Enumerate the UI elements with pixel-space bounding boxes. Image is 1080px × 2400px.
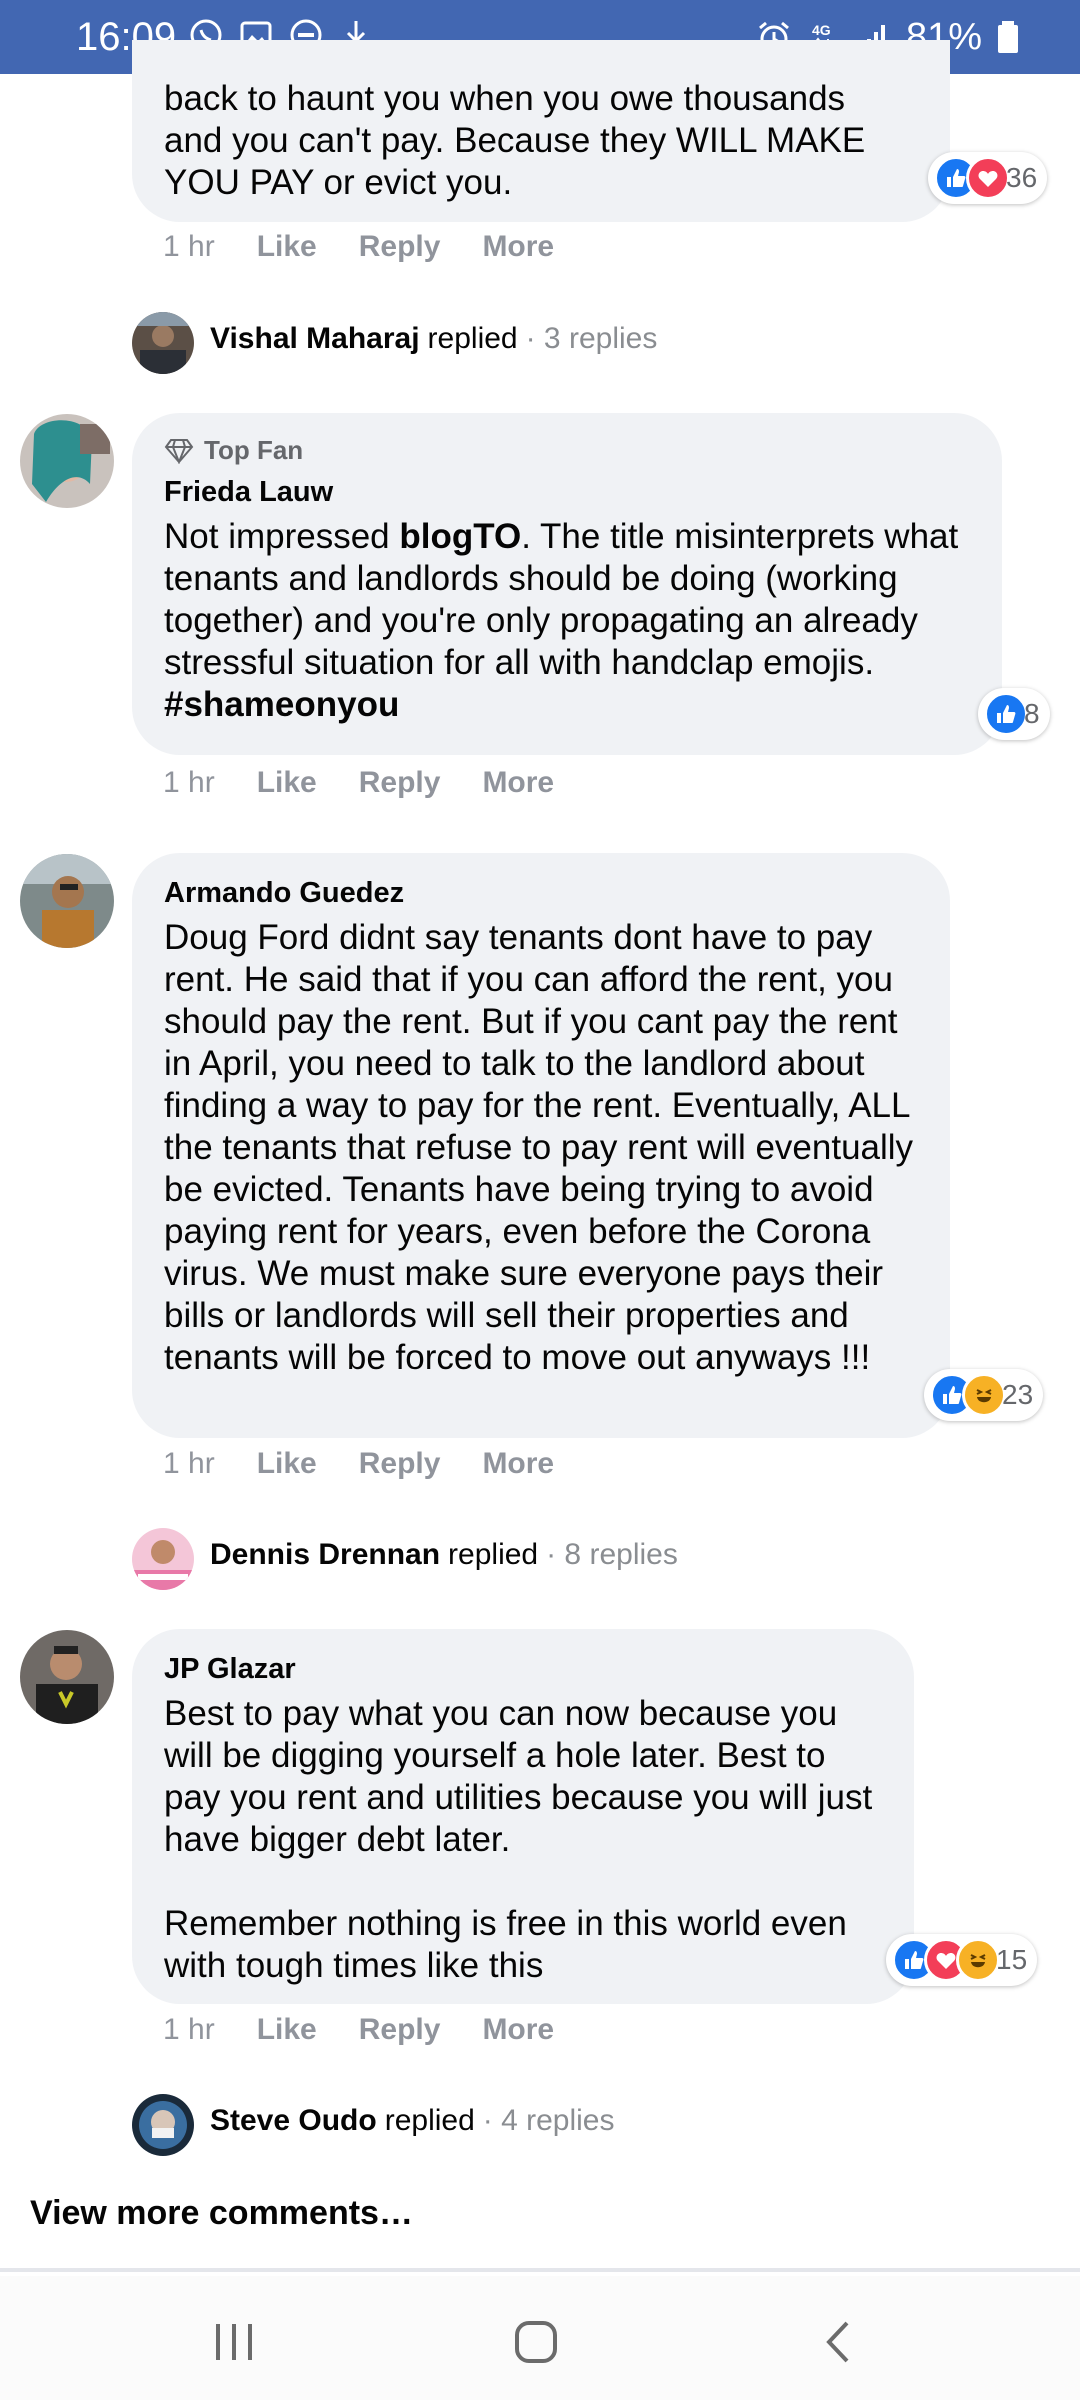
more-button[interactable]: More xyxy=(482,230,554,264)
reply-button[interactable]: Reply xyxy=(359,230,441,264)
replies-link[interactable]: Dennis Drennan replied · 8 replies xyxy=(210,1538,678,1572)
comment-author[interactable]: JP Glazar xyxy=(164,1651,882,1687)
avatar[interactable] xyxy=(20,1630,114,1724)
avatar[interactable] xyxy=(132,312,194,374)
like-button[interactable]: Like xyxy=(257,766,317,800)
recent-apps-button[interactable] xyxy=(204,2312,264,2372)
comment-text: back to haunt you when you owe thousands… xyxy=(164,79,866,202)
view-more-comments-link[interactable]: View more comments… xyxy=(30,2194,413,2233)
more-button[interactable]: More xyxy=(482,1447,554,1481)
comment-actions: 1 hr Like Reply More xyxy=(163,2013,554,2047)
reply-verb: replied xyxy=(448,1538,539,1571)
reaction-summary[interactable]: 23 xyxy=(924,1369,1044,1421)
comment-actions: 1 hr Like Reply More xyxy=(163,230,554,264)
svg-text:4G: 4G xyxy=(812,22,831,38)
replies-link[interactable]: Vishal Maharaj replied · 3 replies xyxy=(210,322,657,356)
like-button[interactable]: Like xyxy=(257,230,317,264)
reply-count: · 3 replies xyxy=(525,322,658,355)
mentioned-page[interactable]: blogTO xyxy=(399,517,521,556)
top-fan-badge: Top Fan xyxy=(164,435,970,466)
reply-verb: replied xyxy=(384,2104,475,2137)
badge-label: Top Fan xyxy=(204,435,304,465)
recent-apps-icon xyxy=(216,2324,252,2360)
reply-author: Steve Oudo xyxy=(210,2104,377,2137)
reaction-summary[interactable]: 36 xyxy=(928,152,1048,204)
comment-time[interactable]: 1 hr xyxy=(163,766,215,800)
hashtag-link[interactable]: #shameonyou xyxy=(164,685,399,724)
avatar[interactable] xyxy=(132,1528,194,1590)
reply-count: · 4 replies xyxy=(482,2104,615,2137)
comment-time[interactable]: 1 hr xyxy=(163,230,215,264)
back-icon xyxy=(826,2321,849,2363)
reply-author: Dennis Drennan xyxy=(210,1538,441,1571)
comment-actions: 1 hr Like Reply More xyxy=(163,1447,554,1481)
reply-button[interactable]: Reply xyxy=(359,766,441,800)
reaction-summary[interactable]: 8 xyxy=(978,688,1050,740)
battery-icon xyxy=(998,21,1018,53)
comment-author[interactable]: Frieda Lauw xyxy=(164,474,970,510)
reply-button[interactable]: Reply xyxy=(359,1447,441,1481)
comment-bubble: JP Glazar Best to pay what you can now b… xyxy=(132,1629,914,2004)
love-reaction-icon xyxy=(966,156,1010,200)
system-navigation-bar xyxy=(0,2276,1080,2400)
home-icon xyxy=(515,2321,557,2363)
diamond-icon xyxy=(164,438,194,464)
comment-text: Not impressed blogTO. The title misinter… xyxy=(164,516,970,726)
more-button[interactable]: More xyxy=(482,766,554,800)
comment-bubble: back to haunt you when you owe thousands… xyxy=(132,40,950,222)
replies-link[interactable]: Steve Oudo replied · 4 replies xyxy=(210,2104,614,2138)
like-button[interactable]: Like xyxy=(257,1447,317,1481)
comment-bubble: Armando Guedez Doug Ford didnt say tenan… xyxy=(132,853,950,1438)
avatar[interactable] xyxy=(20,854,114,948)
comment-time[interactable]: 1 hr xyxy=(163,1447,215,1481)
reply-button[interactable]: Reply xyxy=(359,2013,441,2047)
divider xyxy=(0,2268,1080,2272)
like-button[interactable]: Like xyxy=(257,2013,317,2047)
more-button[interactable]: More xyxy=(482,2013,554,2047)
comment-text: Best to pay what you can now because you… xyxy=(164,1694,873,1985)
home-button[interactable] xyxy=(506,2312,566,2372)
comment-actions: 1 hr Like Reply More xyxy=(163,766,554,800)
avatar[interactable] xyxy=(132,2094,194,2156)
comment-text: Doug Ford didnt say tenants dont have to… xyxy=(164,918,923,1377)
comment-time[interactable]: 1 hr xyxy=(163,2013,215,2047)
reaction-count: 36 xyxy=(1006,162,1038,193)
comment-author[interactable]: Armando Guedez xyxy=(164,875,918,911)
reaction-summary[interactable]: 15 xyxy=(886,1934,1038,1986)
haha-reaction-icon xyxy=(956,1938,1000,1982)
comment-text-part: Not impressed xyxy=(164,517,400,556)
comment-bubble: Top Fan Frieda Lauw Not impressed blogTO… xyxy=(132,413,1002,755)
reply-verb: replied xyxy=(427,322,518,355)
reply-author: Vishal Maharaj xyxy=(210,322,420,355)
reply-count: · 8 replies xyxy=(546,1538,678,1571)
avatar[interactable] xyxy=(20,414,114,508)
haha-reaction-icon xyxy=(962,1373,1006,1417)
back-button[interactable] xyxy=(808,2312,868,2372)
reaction-count: 23 xyxy=(1002,1379,1034,1410)
reaction-count: 8 xyxy=(1024,698,1040,729)
reaction-count: 15 xyxy=(996,1944,1028,1975)
like-reaction-icon xyxy=(984,692,1028,736)
